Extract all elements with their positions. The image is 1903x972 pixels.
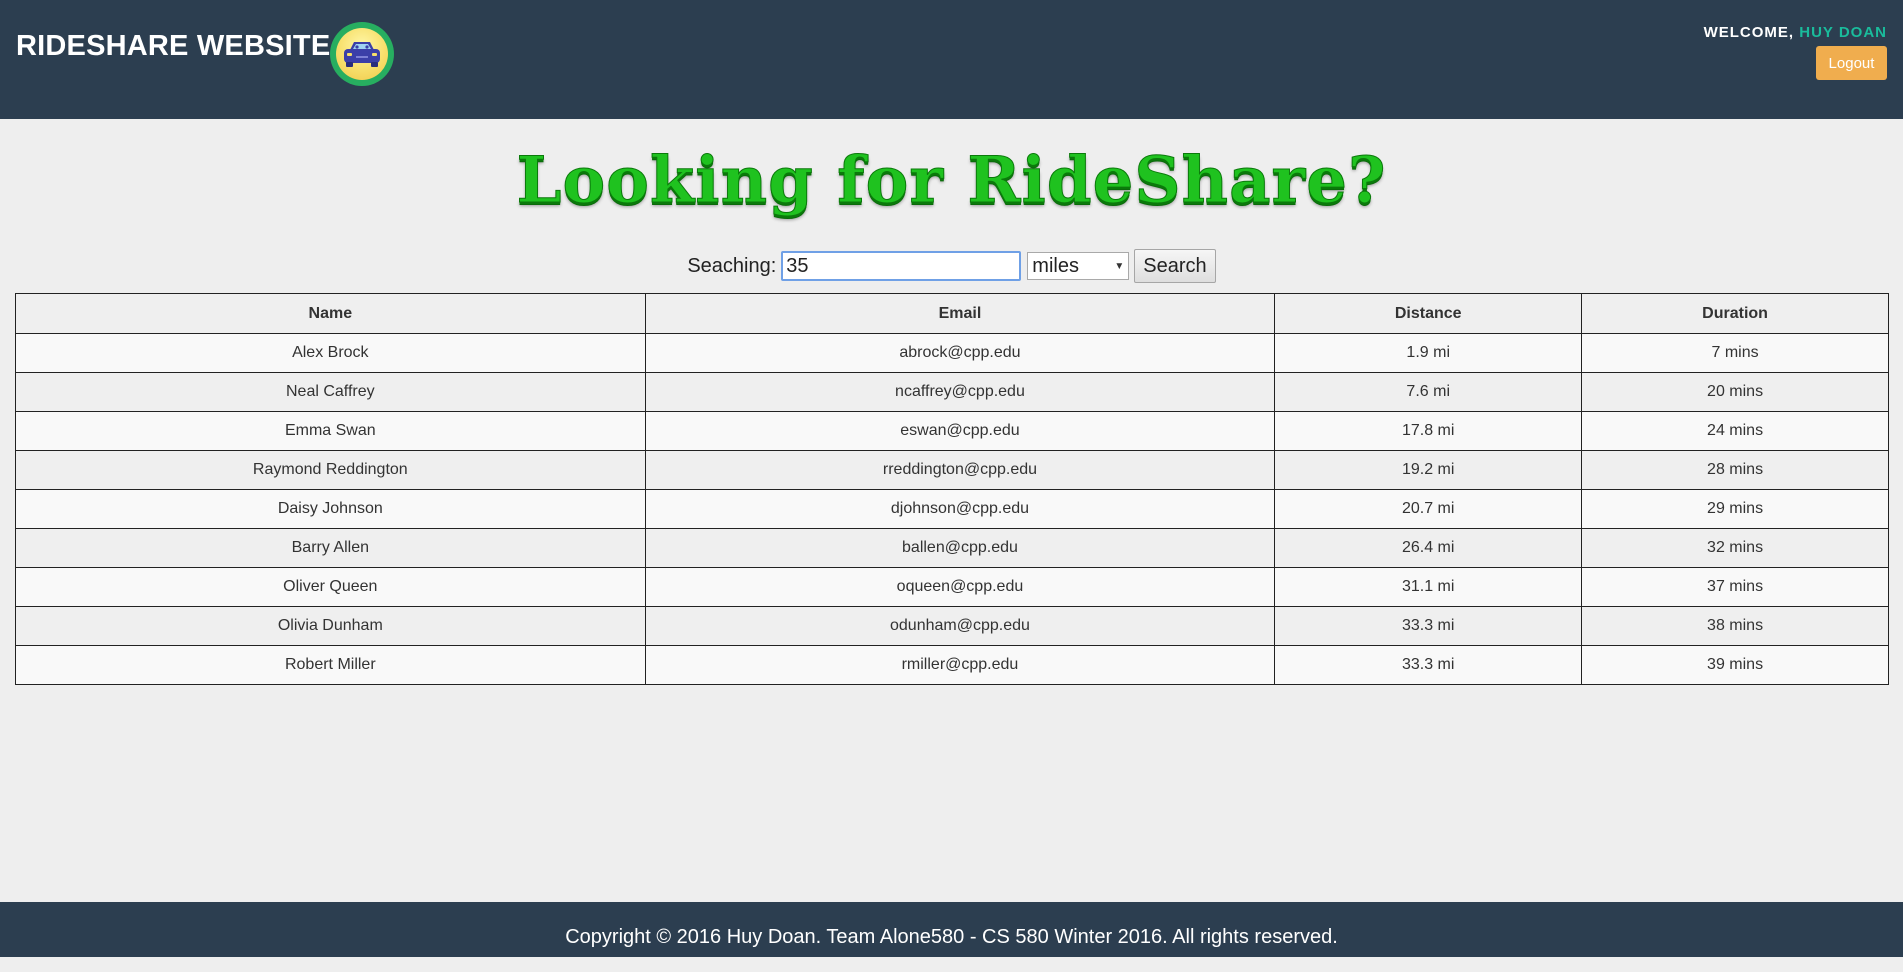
cell-name: Daisy Johnson <box>15 489 646 529</box>
cell-duration: 7 mins <box>1581 333 1889 373</box>
cell-distance: 33.3 mi <box>1274 645 1583 685</box>
column-header-name[interactable]: Name <box>15 293 646 334</box>
welcome-label: WELCOME, <box>1703 24 1795 41</box>
search-bar: Seaching: miles ▼ Search <box>0 249 1903 283</box>
cell-name: Robert Miller <box>15 645 646 685</box>
cell-email: abrock@cpp.edu <box>644 333 1276 373</box>
cell-email: oqueen@cpp.edu <box>644 567 1276 607</box>
cell-email: ballen@cpp.edu <box>644 528 1276 568</box>
table-row[interactable]: Emma Swan eswan@cpp.edu 17.8 mi 24 mins <box>15 411 1889 451</box>
cell-distance: 19.2 mi <box>1274 450 1583 490</box>
cell-name: Oliver Queen <box>15 567 646 607</box>
unit-select[interactable]: miles ▼ <box>1027 252 1130 280</box>
cell-duration: 38 mins <box>1581 606 1889 646</box>
cell-distance: 7.6 mi <box>1274 372 1583 412</box>
cell-distance: 33.3 mi <box>1274 606 1583 646</box>
table-row[interactable]: Olivia Dunham odunham@cpp.edu 33.3 mi 38… <box>15 606 1889 646</box>
site-footer: Copyright © 2016 Huy Doan. Team Alone580… <box>0 902 1903 957</box>
site-logo[interactable] <box>330 22 394 86</box>
logout-button[interactable]: Logout <box>1816 46 1887 80</box>
cell-duration: 39 mins <box>1581 645 1889 685</box>
logo-badge <box>336 28 388 80</box>
cell-duration: 29 mins <box>1581 489 1889 529</box>
unit-select-value: miles <box>1032 254 1079 277</box>
cell-distance: 1.9 mi <box>1274 333 1583 373</box>
table-row[interactable]: Oliver Queen oqueen@cpp.edu 31.1 mi 37 m… <box>15 567 1889 607</box>
table-row[interactable]: Robert Miller rmiller@cpp.edu 33.3 mi 39… <box>15 645 1889 685</box>
cell-distance: 20.7 mi <box>1274 489 1583 529</box>
cell-name: Emma Swan <box>15 411 646 451</box>
cell-email: odunham@cpp.edu <box>644 606 1276 646</box>
chevron-down-icon: ▼ <box>1114 260 1125 272</box>
cell-email: eswan@cpp.edu <box>644 411 1276 451</box>
cell-name: Neal Caffrey <box>15 372 646 412</box>
user-name: HUY DOAN <box>1799 24 1887 41</box>
welcome-message: WELCOME, HUY DOAN <box>1704 24 1887 41</box>
cell-duration: 24 mins <box>1581 411 1889 451</box>
cell-name: Olivia Dunham <box>15 606 646 646</box>
cell-name: Alex Brock <box>15 333 646 373</box>
cell-email: djohnson@cpp.edu <box>644 489 1276 529</box>
page-title: Looking for RideShare? <box>516 143 1387 219</box>
cell-duration: 37 mins <box>1581 567 1889 607</box>
table-header-row: Name Email Distance Duration <box>15 293 1889 334</box>
table-row[interactable]: Raymond Reddington rreddington@cpp.edu 1… <box>15 450 1889 490</box>
table-row[interactable]: Alex Brock abrock@cpp.edu 1.9 mi 7 mins <box>15 333 1889 373</box>
table-row[interactable]: Barry Allen ballen@cpp.edu 26.4 mi 32 mi… <box>15 528 1889 568</box>
search-label: Seaching: <box>687 254 777 277</box>
results-table: Name Email Distance Duration Alex Brock … <box>15 293 1889 685</box>
site-title[interactable]: RIDESHARE WEBSITE <box>16 30 330 63</box>
cell-email: ncaffrey@cpp.edu <box>644 372 1276 412</box>
cell-email: rmiller@cpp.edu <box>644 645 1276 685</box>
cell-distance: 31.1 mi <box>1274 567 1583 607</box>
site-header: RIDESHARE WEBSITE WELCOME, HUY DOAN Logo… <box>0 0 1903 119</box>
cell-duration: 32 mins <box>1581 528 1889 568</box>
cell-distance: 17.8 mi <box>1274 411 1583 451</box>
search-button[interactable]: Search <box>1134 249 1216 283</box>
cell-duration: 28 mins <box>1581 450 1889 490</box>
cell-name: Barry Allen <box>15 528 646 568</box>
column-header-distance[interactable]: Distance <box>1274 293 1583 334</box>
cell-name: Raymond Reddington <box>15 450 646 490</box>
copyright-text: Copyright © 2016 Huy Doan. Team Alone580… <box>565 926 1338 948</box>
table-row[interactable]: Neal Caffrey ncaffrey@cpp.edu 7.6 mi 20 … <box>15 372 1889 412</box>
car-icon <box>344 42 380 67</box>
distance-input[interactable] <box>781 251 1022 281</box>
cell-distance: 26.4 mi <box>1274 528 1583 568</box>
column-header-email[interactable]: Email <box>644 293 1276 334</box>
cell-duration: 20 mins <box>1581 372 1889 412</box>
cell-email: rreddington@cpp.edu <box>644 450 1276 490</box>
column-header-duration[interactable]: Duration <box>1581 293 1889 334</box>
table-row[interactable]: Daisy Johnson djohnson@cpp.edu 20.7 mi 2… <box>15 489 1889 529</box>
